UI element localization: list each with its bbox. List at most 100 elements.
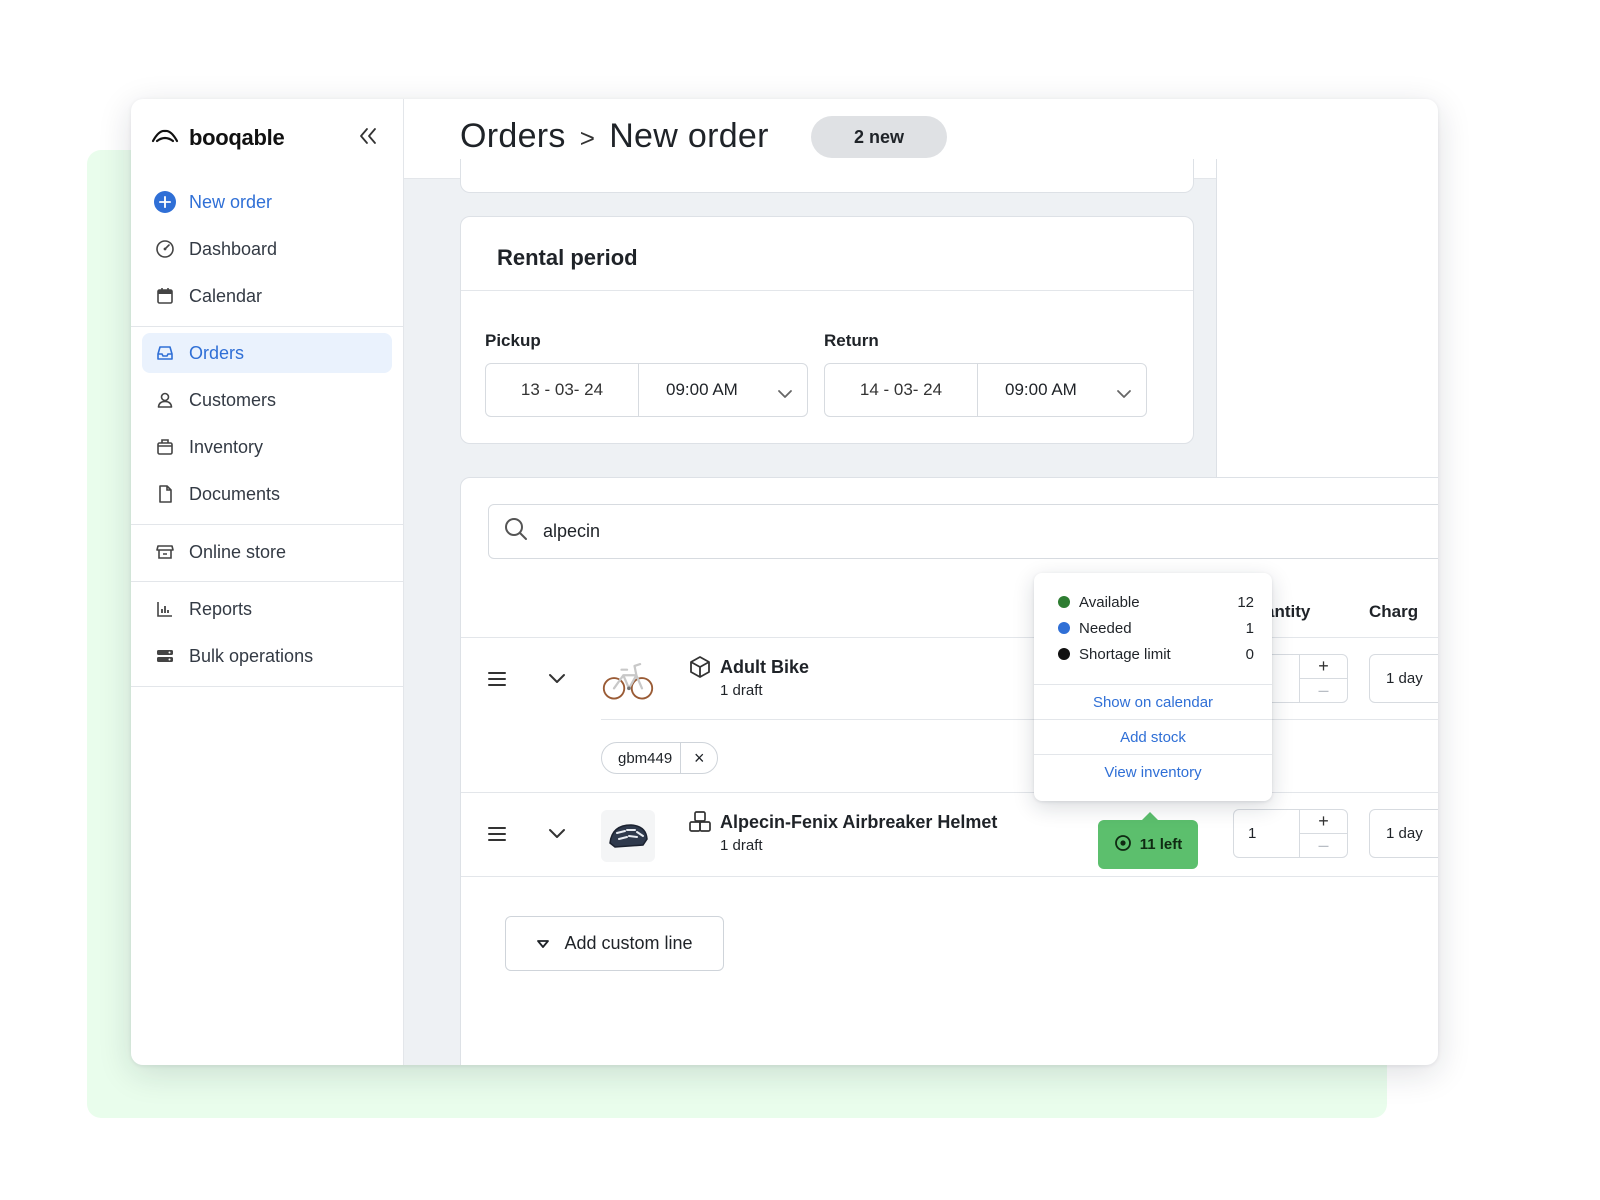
popover-needed-value: 1 <box>1245 619 1254 637</box>
breadcrumb-orders-link[interactable]: Orders <box>460 117 566 156</box>
pickup-time-select[interactable]: 09:00 AM <box>639 364 807 416</box>
box-icon <box>154 436 176 458</box>
order-lines-card: alpecin antity Charg Adult Bike 1 draft … <box>460 477 1438 1065</box>
availability-label: 11 left <box>1139 836 1183 853</box>
charge-column-header: Charg <box>1369 602 1419 621</box>
calendar-icon <box>154 285 176 307</box>
nav-orders[interactable]: Orders <box>142 333 392 373</box>
nav-orders-label: Orders <box>189 342 245 363</box>
decrease-quantity-button[interactable]: – <box>1300 679 1347 702</box>
view-inventory-link[interactable]: View inventory <box>1034 755 1272 789</box>
nav-calendar[interactable]: Calendar <box>142 276 392 316</box>
charge-period-select[interactable]: 1 day <box>1369 809 1438 858</box>
charge-period-select[interactable]: 1 day <box>1369 654 1438 703</box>
sidebar-divider <box>131 581 404 582</box>
rental-period-card: Rental period Pickup 13 - 03- 24 09:00 A… <box>460 216 1194 444</box>
person-icon <box>154 389 176 411</box>
drag-handle-icon[interactable] <box>485 667 509 691</box>
brand-name: booqable <box>189 125 285 150</box>
booqable-logo-icon <box>151 127 179 150</box>
popover-available-value: 12 <box>1237 593 1254 611</box>
quantity-stepper[interactable]: 1 + – <box>1233 809 1348 858</box>
return-label: Return <box>824 331 879 350</box>
add-stock-link[interactable]: Add stock <box>1034 720 1272 754</box>
popover-shortage-label: Shortage limit <box>1079 645 1171 663</box>
row-divider <box>461 876 1438 877</box>
popover-available-label: Available <box>1079 593 1140 611</box>
dashboard-gauge-icon <box>154 238 176 260</box>
show-on-calendar-link[interactable]: Show on calendar <box>1034 685 1272 719</box>
nav-customers[interactable]: Customers <box>142 380 392 420</box>
drag-handle-icon[interactable] <box>485 822 509 846</box>
nav-reports[interactable]: Reports <box>142 589 392 629</box>
product-search-input[interactable]: alpecin <box>488 504 1438 559</box>
expand-line-button[interactable] <box>545 669 569 693</box>
popover-needed-row: Needed 1 <box>1058 617 1254 639</box>
stepper-buttons: + – <box>1299 810 1347 857</box>
storefront-icon <box>154 541 176 563</box>
pickup-label: Pickup <box>485 331 541 350</box>
bundle-boxes-icon <box>688 810 712 834</box>
bar-chart-icon <box>154 598 176 620</box>
bulk-operations-icon <box>154 645 176 667</box>
caret-down-icon <box>536 933 550 954</box>
brand[interactable]: booqable <box>151 125 285 151</box>
nav-dashboard[interactable]: Dashboard <box>142 229 392 269</box>
chevron-down-icon <box>548 827 566 845</box>
add-custom-line-button[interactable]: Add custom line <box>505 916 724 971</box>
row-inner-divider <box>601 719 1438 720</box>
expand-line-button[interactable] <box>545 824 569 848</box>
sidebar-divider <box>131 326 404 327</box>
line-product-status: 1 draft <box>720 682 763 699</box>
increase-quantity-button[interactable]: + <box>1300 810 1347 834</box>
add-custom-line-label: Add custom line <box>564 933 693 953</box>
return-time-value: 09:00 AM <box>1005 380 1077 399</box>
nav-inventory[interactable]: Inventory <box>142 427 392 467</box>
nav-documents-label: Documents <box>189 483 281 504</box>
remove-tag-button[interactable]: × <box>681 743 717 773</box>
decrease-quantity-button[interactable]: – <box>1300 834 1347 857</box>
status-dot-black <box>1058 648 1070 660</box>
product-box-icon <box>688 655 712 679</box>
increase-quantity-button[interactable]: + <box>1300 655 1347 679</box>
target-icon <box>1114 834 1132 856</box>
chevron-down-icon <box>1116 384 1132 404</box>
plus-circle-icon <box>154 191 176 213</box>
nav-online-store[interactable]: Online store <box>142 532 392 572</box>
availability-popover: Available 12 Needed 1 Shortage limit 0 S… <box>1034 573 1272 801</box>
nav-reports-label: Reports <box>189 598 253 619</box>
quantity-value[interactable]: 1 <box>1234 810 1299 857</box>
sidebar-divider <box>131 524 404 525</box>
nav-new-order[interactable]: New order <box>142 182 392 222</box>
availability-button[interactable]: 11 left <box>1098 812 1198 869</box>
double-chevron-left-icon <box>358 127 378 150</box>
new-count-badge: 2 new <box>811 116 947 158</box>
nav-calendar-label: Calendar <box>189 285 263 306</box>
status-dot-blue <box>1058 622 1070 634</box>
line-product-name[interactable]: Alpecin-Fenix Airbreaker Helmet <box>720 812 997 833</box>
popover-shortage-row: Shortage limit 0 <box>1058 643 1254 665</box>
chevron-down-icon <box>548 672 566 690</box>
pickup-time-value: 09:00 AM <box>666 380 738 399</box>
nav-documents[interactable]: Documents <box>142 474 392 514</box>
nav-inventory-label: Inventory <box>189 436 264 457</box>
search-icon <box>503 516 529 547</box>
stepper-buttons: + – <box>1299 655 1347 702</box>
nav-bulk-operations[interactable]: Bulk operations <box>142 636 392 676</box>
return-time-select[interactable]: 09:00 AM <box>978 364 1146 416</box>
pickup-date-input[interactable]: 13 - 03- 24 <box>486 364 639 416</box>
popover-caret <box>1142 812 1158 820</box>
sidebar: booqable New order Dashboard Calendar Or… <box>131 99 404 1065</box>
nav-customers-label: Customers <box>189 389 277 410</box>
stock-identifier-label: gbm449 <box>602 743 682 773</box>
status-dot-green <box>1058 596 1070 608</box>
previous-card-bottom <box>460 159 1194 193</box>
breadcrumb-separator: > <box>579 123 596 153</box>
card-divider <box>461 290 1193 291</box>
collapse-sidebar-button[interactable] <box>355 125 381 151</box>
line-product-name[interactable]: Adult Bike <box>720 657 809 678</box>
return-date-input[interactable]: 14 - 03- 24 <box>825 364 978 416</box>
line-product-status: 1 draft <box>720 837 763 854</box>
popover-needed-label: Needed <box>1079 619 1132 637</box>
popover-available-row: Available 12 <box>1058 591 1254 613</box>
